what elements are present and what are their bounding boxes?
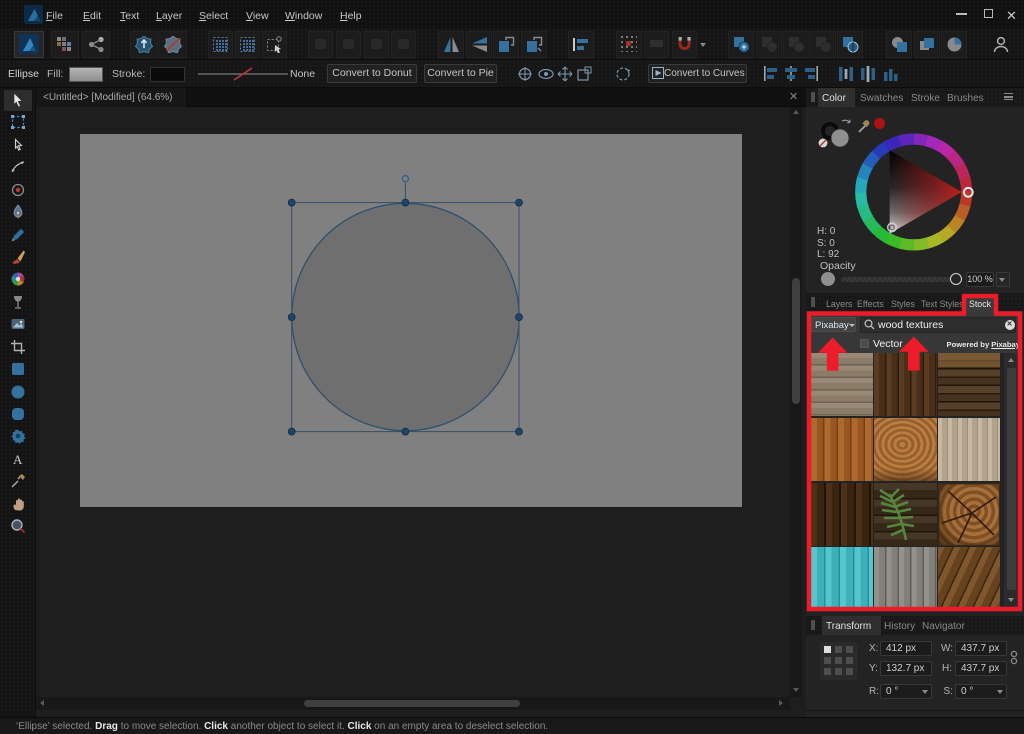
- svg-text:A: A: [13, 452, 23, 467]
